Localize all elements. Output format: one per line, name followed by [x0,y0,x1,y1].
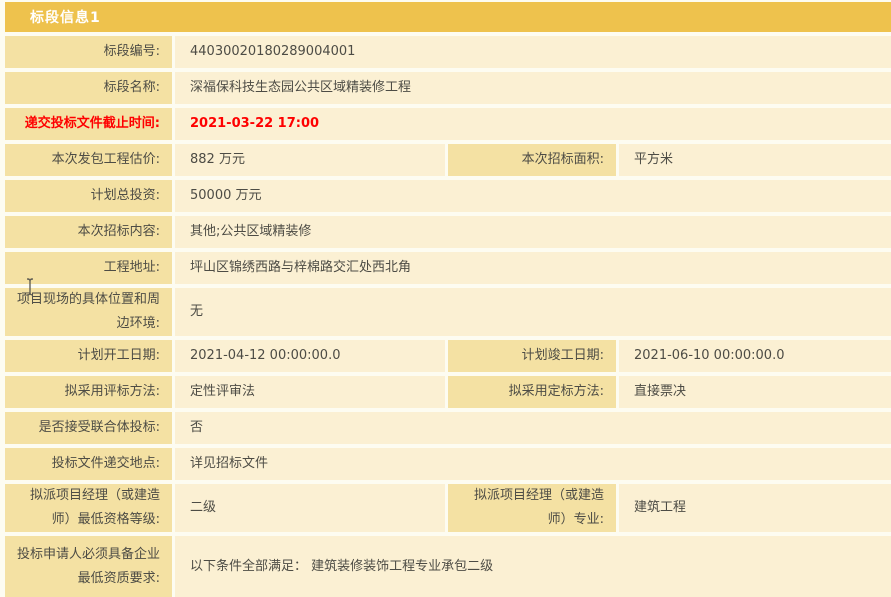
row-label-cell: 标段编号: [5,36,172,68]
table-row: 标段名称: 深福保科技生态园公共区域精装修工程 [5,72,891,104]
row-label-cell-2: 本次招标面积: [448,144,616,176]
row-value-cell-2: 建筑工程 [619,484,891,532]
row-label-cell: 本次招标内容: [5,216,172,248]
row-value-cell: 其他;公共区域精装修 [175,216,891,248]
row-label-cell: 投标文件递交地点: [5,448,172,480]
row-value: 坪山区锦绣西路与梓棉路交汇处西北角 [190,257,411,279]
row-value: 其他;公共区域精装修 [190,221,311,243]
row-label-cell: 拟派项目经理（或建造 师）最低资格等级: [5,484,172,532]
row-value-cell: 否 [175,412,891,444]
table-row: 计划总投资: 50000 万元 [5,180,891,212]
row-value-2: 平方米 [634,149,673,171]
table-row: 本次发包工程估价: 882 万元 本次招标面积: 平方米 [5,144,891,176]
row-label-cell: 工程地址: [5,252,172,284]
row-value: 以下条件全部满足： 建筑装修装饰工程专业承包二级 [190,556,493,578]
table-row: 拟派项目经理（或建造 师）最低资格等级: 二级 拟派项目经理（或建造 师）专业:… [5,484,891,532]
row-value: 详见招标文件 [190,453,268,475]
row-label: 计划开工日期: [78,344,160,368]
row-label-cell: 标段名称: [5,72,172,104]
row-label-cell: 本次发包工程估价: [5,144,172,176]
table-row: 投标文件递交地点: 详见招标文件 [5,448,891,480]
row-label-2: 拟采用定标方法: [509,380,604,404]
table-row: 投标申请人必须具备企业 最低资质要求: 以下条件全部满足： 建筑装修装饰工程专业… [5,536,891,597]
row-value-cell: 50000 万元 [175,180,891,212]
row-value: 2021-03-22 17:00 [190,113,319,135]
row-label: 标段名称: [104,76,160,100]
row-label-2: 计划竣工日期: [522,344,604,368]
bid-section-panel: 标段信息1 标段编号: 44030020180289004001 标段名称: 深… [5,2,891,597]
row-label: 拟采用评标方法: [65,380,160,404]
row-value: 50000 万元 [190,185,262,207]
row-label-cell-2: 拟采用定标方法: [448,376,616,408]
table-row: 标段编号: 44030020180289004001 [5,36,891,68]
row-value: 44030020180289004001 [190,41,355,63]
table-row: 工程地址: 坪山区锦绣西路与梓棉路交汇处西北角 [5,252,891,284]
row-value-2: 建筑工程 [634,497,686,519]
row-label: 投标申请人必须具备企业 最低资质要求: [17,543,160,591]
row-value-cell: 坪山区锦绣西路与梓棉路交汇处西北角 [175,252,891,284]
row-value-2: 2021-06-10 00:00:00.0 [634,345,784,367]
row-label: 计划总投资: [91,184,160,208]
row-label-cell: 拟采用评标方法: [5,376,172,408]
row-label: 是否接受联合体投标: [39,416,160,440]
row-value-cell: 定性评审法 [175,376,445,408]
row-label-2: 本次招标面积: [522,148,604,172]
row-label-cell: 计划开工日期: [5,340,172,372]
row-label-cell: 投标申请人必须具备企业 最低资质要求: [5,536,172,597]
row-value-cell-2: 2021-06-10 00:00:00.0 [619,340,891,372]
row-value-2: 直接票决 [634,381,686,403]
row-value-cell: 无 [175,288,891,336]
row-value-cell: 882 万元 [175,144,445,176]
row-value: 定性评审法 [190,381,255,403]
row-label-cell: 项目现场的具体位置和周 边环境: [5,288,172,336]
row-label-2: 拟派项目经理（或建造 师）专业: [474,484,604,532]
row-label-cell: 递交投标文件截止时间: [5,108,172,140]
row-label: 本次发包工程估价: [52,148,160,172]
row-value-cell-2: 直接票决 [619,376,891,408]
table-row: 项目现场的具体位置和周 边环境: 无 [5,288,891,336]
row-value-cell: 44030020180289004001 [175,36,891,68]
row-value: 深福保科技生态园公共区域精装修工程 [190,77,411,99]
row-value: 882 万元 [190,149,245,171]
row-label: 工程地址: [104,256,160,280]
table-row: 拟采用评标方法: 定性评审法 拟采用定标方法: 直接票决 [5,376,891,408]
row-label-cell-2: 拟派项目经理（或建造 师）专业: [448,484,616,532]
row-label-cell: 计划总投资: [5,180,172,212]
panel-title-bar: 标段信息1 [5,2,891,32]
table-row: 递交投标文件截止时间: 2021-03-22 17:00 [5,108,891,140]
table-row: 是否接受联合体投标: 否 [5,412,891,444]
row-value: 2021-04-12 00:00:00.0 [190,345,340,367]
row-label: 项目现场的具体位置和周 边环境: [17,288,160,336]
panel-title: 标段信息1 [30,7,101,27]
row-value: 二级 [190,497,216,519]
row-value-cell: 详见招标文件 [175,448,891,480]
bid-info-table: 标段编号: 44030020180289004001 标段名称: 深福保科技生态… [5,36,891,597]
row-value-cell-2: 平方米 [619,144,891,176]
row-label: 投标文件递交地点: [52,452,160,476]
row-value-cell: 以下条件全部满足： 建筑装修装饰工程专业承包二级 [175,536,891,597]
row-value-cell: 深福保科技生态园公共区域精装修工程 [175,72,891,104]
row-value-cell: 2021-03-22 17:00 [175,108,891,140]
row-label: 拟派项目经理（或建造 师）最低资格等级: [30,484,160,532]
row-label: 本次招标内容: [78,220,160,244]
row-value: 无 [190,301,203,323]
row-value-cell: 二级 [175,484,445,532]
table-row: 本次招标内容: 其他;公共区域精装修 [5,216,891,248]
row-label: 标段编号: [104,40,160,64]
row-value-cell: 2021-04-12 00:00:00.0 [175,340,445,372]
row-label-cell: 是否接受联合体投标: [5,412,172,444]
table-row: 计划开工日期: 2021-04-12 00:00:00.0 计划竣工日期: 20… [5,340,891,372]
row-value: 否 [190,417,203,439]
row-label-cell-2: 计划竣工日期: [448,340,616,372]
row-label: 递交投标文件截止时间: [25,112,160,136]
